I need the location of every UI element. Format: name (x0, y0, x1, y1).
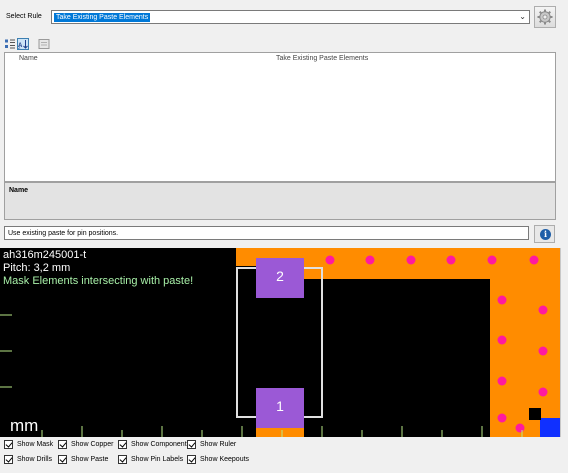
info-icon: i (540, 229, 551, 240)
rule-hint-text: Use existing paste for pin positions. (8, 230, 119, 237)
sort-category-icon (5, 39, 15, 49)
property-pages-icon (38, 39, 50, 49)
sort-alphabetical-button[interactable]: A Z (17, 38, 29, 50)
description-title: Name (9, 187, 29, 194)
checkbox-box[interactable] (187, 455, 196, 464)
rule-combobox[interactable]: Take Existing Paste Elements ⌄ (51, 10, 530, 24)
pitch-text: Pitch: 3,2 mm (3, 262, 71, 274)
rule-hint-textbox[interactable]: Use existing paste for pin positions. (4, 226, 529, 240)
checkbox-box[interactable] (187, 440, 196, 449)
checkbox-label: Show Ruler (200, 441, 237, 448)
checkbox-label: Show Drills (17, 456, 53, 463)
checkbox-box[interactable] (58, 455, 67, 464)
info-button[interactable]: i (534, 225, 555, 243)
sort-category-button[interactable] (4, 38, 16, 50)
pad-1-label: 1 (276, 398, 284, 414)
vertical-scrollbar[interactable] (560, 248, 568, 437)
corner-black-square (529, 408, 541, 420)
checkbox-label: Show Copper (71, 441, 114, 448)
checkbox-box[interactable] (4, 440, 13, 449)
checkbox-label: Show Component (131, 441, 187, 448)
checkbox-box[interactable] (118, 455, 127, 464)
left-ruler-ticks (0, 314, 12, 388)
property-value-cell: Take Existing Paste Elements (276, 55, 369, 62)
checkbox-box[interactable] (58, 440, 67, 449)
settings-button[interactable] (534, 6, 556, 28)
display-options: Show Mask Show Copper Show Component Sho… (0, 437, 568, 473)
checkbox-box[interactable] (4, 455, 13, 464)
part-name-text: ah316m245001-t (3, 249, 87, 261)
property-description-pane: Name (4, 182, 556, 220)
ruler-unit-label: mm (10, 416, 39, 435)
sort-alphabetical-icon: A Z (18, 40, 28, 50)
select-rule-label: Select Rule (6, 13, 42, 20)
pad-2-label: 2 (276, 268, 284, 284)
checkbox-label: Show Pin Labels (131, 456, 184, 463)
checkbox-label: Show Mask (17, 441, 54, 448)
status-warning-text: Mask Elements intersecting with paste! (3, 275, 194, 287)
footprint-preview-canvas[interactable]: 2 1 ah316m245001-t Pitch: 3,2 mm Mask El… (0, 248, 560, 437)
blue-corner-element (540, 418, 560, 437)
property-grid[interactable]: Name Take Existing Paste Elements (4, 52, 556, 182)
pad-2[interactable]: 2 (256, 258, 304, 298)
rule-combobox-value: Take Existing Paste Elements (54, 13, 151, 22)
property-grid-row[interactable]: Name Take Existing Paste Elements (5, 53, 555, 63)
checkbox-label: Show Paste (71, 456, 109, 463)
chevron-down-icon[interactable]: ⌄ (519, 12, 526, 21)
pad-1[interactable]: 1 (256, 388, 304, 428)
gear-icon (537, 9, 553, 25)
property-name-cell: Name (19, 55, 38, 62)
checkbox-box[interactable] (118, 440, 127, 449)
rule-selector-row: Select Rule Take Existing Paste Elements… (0, 0, 568, 34)
property-pages-button[interactable] (38, 38, 50, 50)
checkbox-label: Show Keepouts (200, 456, 250, 463)
